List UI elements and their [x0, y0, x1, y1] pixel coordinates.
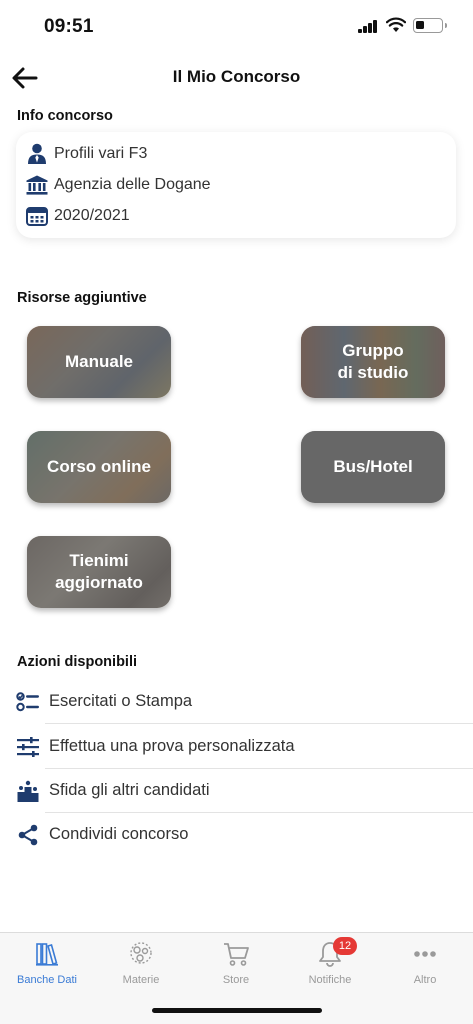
bus-hotel-tile[interactable]: Bus/Hotel	[301, 431, 445, 503]
action-challenge[interactable]: Sfida gli altri candidati	[0, 769, 473, 813]
divider	[45, 723, 473, 724]
action-label: Effettua una prova personalizzata	[49, 737, 295, 755]
books-icon	[32, 939, 62, 969]
page-title: Il Mio Concorso	[172, 67, 301, 86]
tab-label: Materie	[122, 974, 160, 986]
signal-icon	[358, 20, 378, 33]
tab-notifiche[interactable]: 12 Notifiche	[283, 937, 377, 995]
tab-banche-dati[interactable]: Banche Dati	[0, 939, 94, 995]
study-group-tile-label: Gruppo di studio	[337, 341, 409, 382]
subjects-icon	[126, 939, 156, 969]
tab-label: Notifiche	[308, 974, 352, 986]
share-icon	[16, 824, 40, 846]
action-label: Esercitati o Stampa	[49, 692, 193, 710]
checklist-icon	[16, 691, 40, 713]
tab-label: Altro	[413, 974, 437, 986]
status-time: 09:51	[44, 16, 94, 37]
header: Il Mio Concorso	[0, 58, 473, 98]
resources-section-label: Risorse aggiuntive	[17, 290, 147, 306]
stay-updated-tile[interactable]: Tienimi aggiornato	[27, 536, 171, 608]
stay-updated-tile-label: Tienimi aggiornato	[55, 551, 143, 592]
tab-label: Banche Dati	[17, 974, 77, 986]
online-course-tile[interactable]: Corso online	[27, 431, 171, 503]
status-bar: 09:51	[0, 0, 473, 52]
info-row-year: 2020/2021	[26, 203, 130, 229]
bus-hotel-tile-label: Bus/Hotel	[333, 457, 413, 476]
action-practice-print[interactable]: Esercitati o Stampa	[0, 680, 473, 724]
wifi-icon	[386, 17, 406, 32]
tab-altro[interactable]: Altro	[378, 939, 472, 995]
tab-label: Store	[222, 974, 250, 986]
manual-tile-label: Manuale	[64, 352, 134, 371]
info-agency-text: Agenzia delle Dogane	[54, 176, 211, 193]
actions-section-label: Azioni disponibili	[17, 654, 138, 670]
online-course-tile-label: Corso online	[47, 457, 151, 476]
info-year-text: 2020/2021	[54, 207, 130, 224]
calendar-icon	[26, 205, 48, 227]
action-label: Sfida gli altri candidati	[49, 781, 210, 799]
info-profile-text: Profili vari F3	[54, 145, 148, 162]
person-tie-icon	[26, 143, 48, 165]
info-row-profile: Profili vari F3	[26, 141, 147, 167]
tab-materie[interactable]: Materie	[94, 939, 188, 995]
manual-tile[interactable]: Manuale	[27, 326, 171, 398]
more-dots-icon	[410, 939, 440, 969]
study-group-tile[interactable]: Gruppo di studio	[301, 326, 445, 398]
action-custom-test[interactable]: Effettua una prova personalizzata	[0, 725, 473, 769]
info-row-agency: Agenzia delle Dogane	[26, 172, 211, 198]
bank-building-icon	[26, 174, 48, 196]
action-label: Condividi concorso	[49, 825, 189, 843]
tab-store[interactable]: Store	[189, 939, 283, 995]
podium-icon	[16, 780, 40, 802]
info-section-label: Info concorso	[17, 108, 113, 124]
cart-icon	[221, 939, 251, 969]
battery-icon	[413, 18, 447, 33]
action-share[interactable]: Condividi concorso	[0, 813, 473, 857]
info-card: Profili vari F3 Agenzia delle Dogane 202…	[16, 132, 456, 238]
sliders-icon	[16, 736, 40, 758]
home-indicator	[152, 1008, 322, 1013]
notification-badge: 12	[333, 937, 357, 955]
